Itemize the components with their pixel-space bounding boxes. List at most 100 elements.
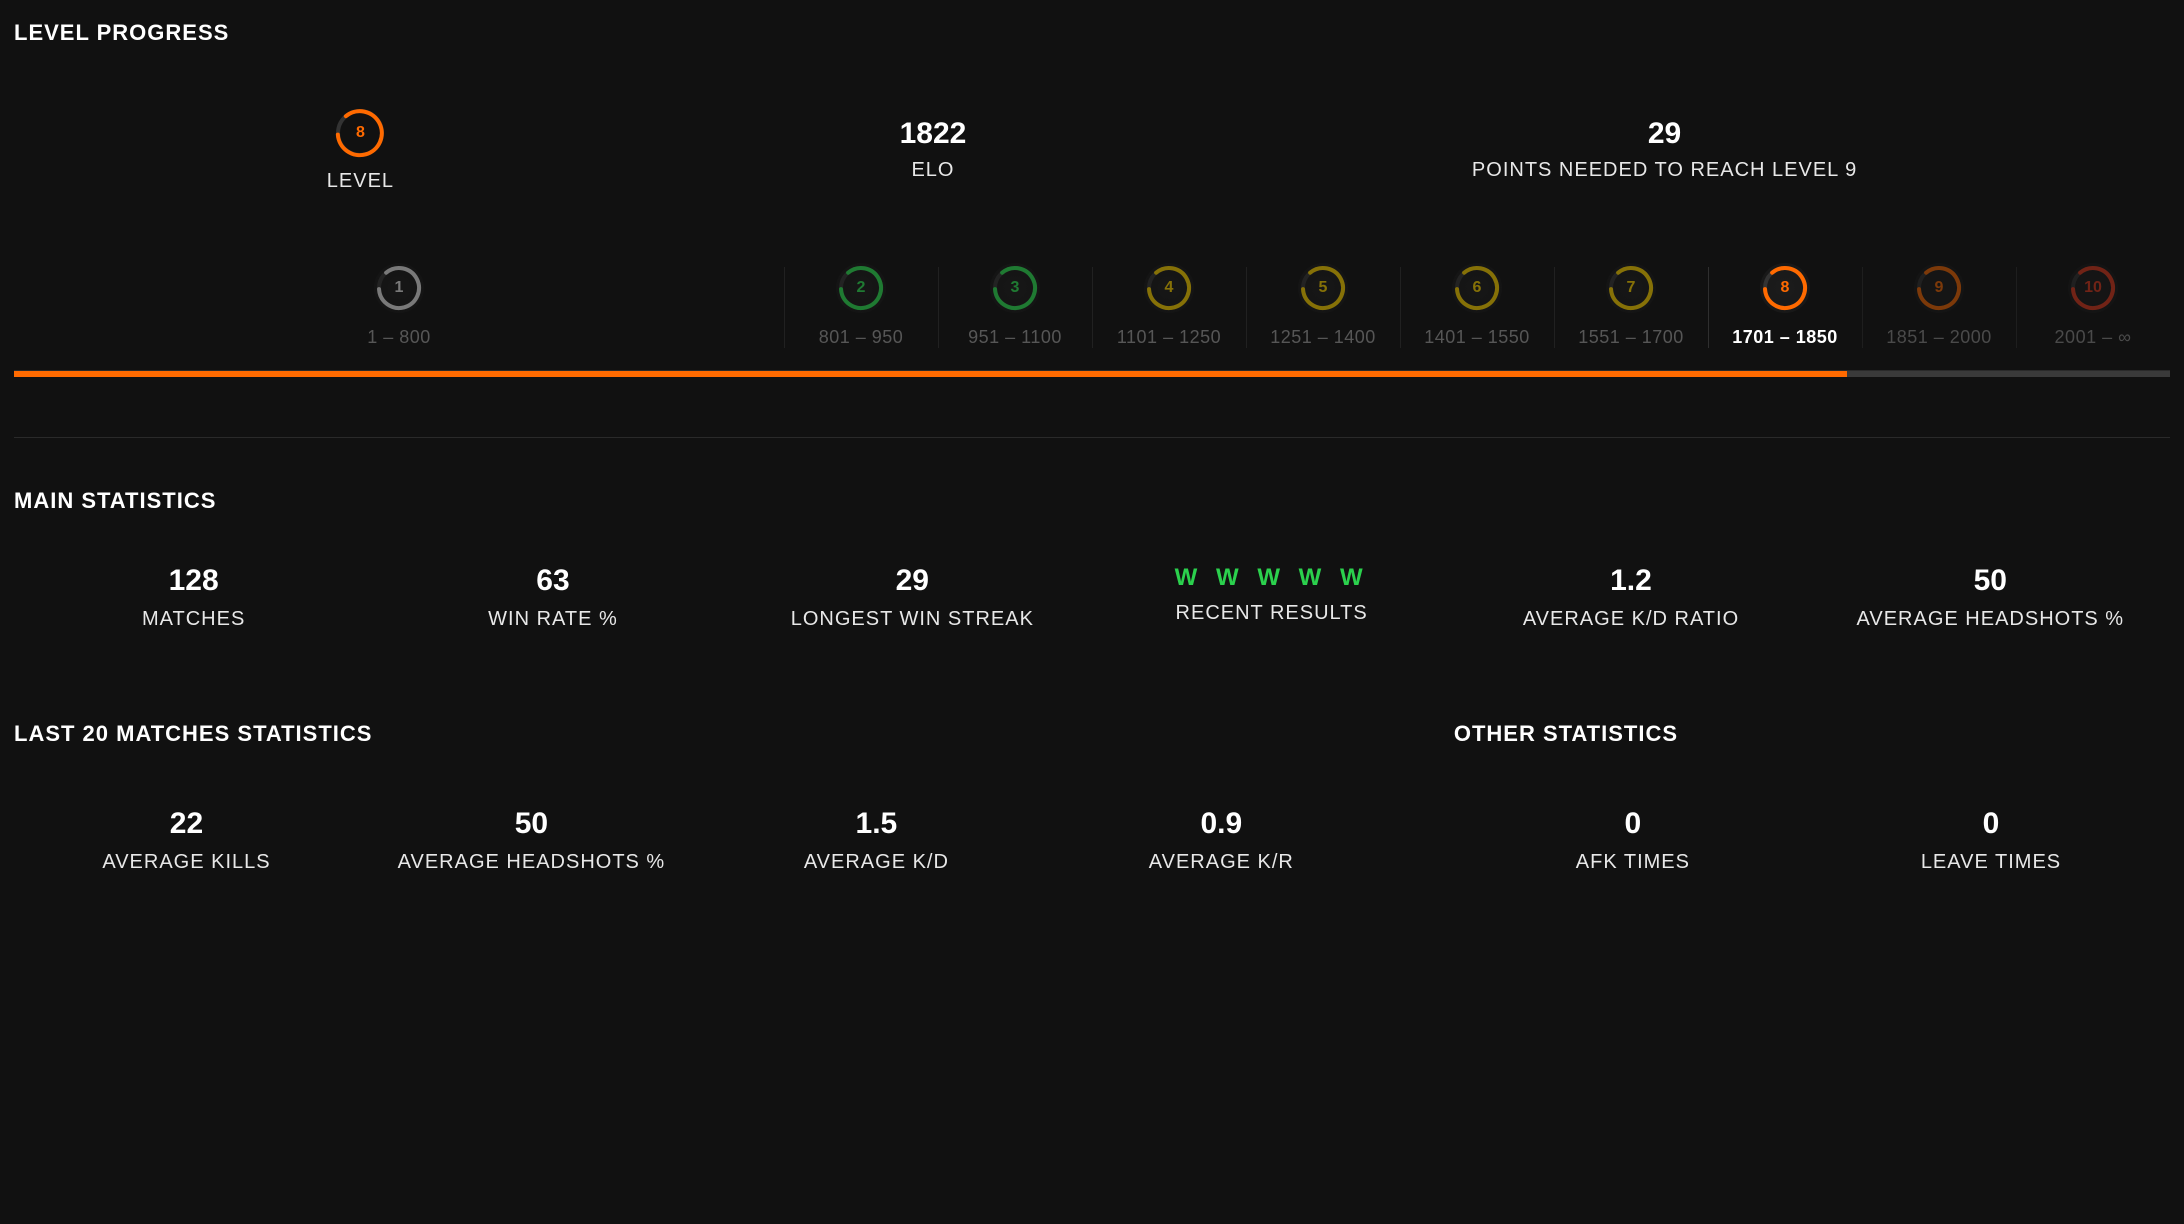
level-badge-number: 8 xyxy=(333,106,387,160)
stat-value: 50 xyxy=(359,807,704,841)
tier-badge-number: 4 xyxy=(1165,279,1174,297)
stat-label: LONGEST WIN STREAK xyxy=(733,608,1092,631)
stat-value: 0.9 xyxy=(1049,807,1394,841)
last20-stats-row: 22AVERAGE KILLS50AVERAGE HEADSHOTS %1.5A… xyxy=(14,807,1394,874)
tier-badge-number: 3 xyxy=(1011,279,1020,297)
stat-label: RECENT RESULTS xyxy=(1092,602,1451,625)
stat-label: AVERAGE HEADSHOTS % xyxy=(1811,608,2170,631)
tier-badge-icon: 5 xyxy=(1298,263,1348,313)
stat-item: 0AFK TIMES xyxy=(1454,807,1812,874)
tier-badge-icon: 4 xyxy=(1144,263,1194,313)
last20-section: LAST 20 MATCHES STATISTICS 22 AVERAGE KIL… xyxy=(14,721,1394,894)
stat-label: AVERAGE K/D RATIO xyxy=(1451,608,1810,631)
stat-value: 50 xyxy=(1811,564,2170,598)
stat-value: 128 xyxy=(14,564,373,598)
section-title-main-stats: MAIN STATISTICS xyxy=(14,488,2170,514)
stat-item: W W W W W RECENT RESULTS xyxy=(1092,564,1451,631)
stat-value: 0 xyxy=(1454,807,1812,841)
other-stats-row: 0AFK TIMES0LEAVE TIMES xyxy=(1454,807,2170,874)
tier-badge-number: 1 xyxy=(395,279,404,297)
stat-item: 1.5 AVERAGE K/D xyxy=(704,807,1049,874)
tier-1: 1 1 – 800 xyxy=(14,263,784,370)
tier-2: 2 801 – 950 xyxy=(784,263,938,370)
tier-7: 7 1551 – 1700 xyxy=(1554,263,1708,370)
stat-label: AVERAGE HEADSHOTS % xyxy=(359,851,704,874)
level-summary-row: 8 LEVEL 1822 ELO 29 POINTS NEEDED TO REA… xyxy=(14,106,2170,193)
stat-label: AVERAGE K/D xyxy=(704,851,1049,874)
bottom-sections: LAST 20 MATCHES STATISTICS 22 AVERAGE KIL… xyxy=(14,721,2170,894)
stat-value: 0 xyxy=(1812,807,2170,841)
stat-item: 1.2 AVERAGE K/D RATIO xyxy=(1451,564,1810,631)
elo-value: 1822 xyxy=(900,117,967,151)
tier-badge-number: 5 xyxy=(1319,279,1328,297)
stat-value: 1.5 xyxy=(704,807,1049,841)
level-label: LEVEL xyxy=(327,170,394,193)
tier-strip: 1 1 – 800 2 801 – 950 3 951 – 1100 4 1101 – 125… xyxy=(14,263,2170,371)
tier-range-label: 2001 – ∞ xyxy=(2016,327,2170,348)
tier-badge-icon: 9 xyxy=(1914,263,1964,313)
tier-badge-icon: 2 xyxy=(836,263,886,313)
stat-label: AVERAGE KILLS xyxy=(14,851,359,874)
tier-badge-icon: 3 xyxy=(990,263,1040,313)
tier-badge-number: 8 xyxy=(1781,279,1790,297)
other-stats-section: OTHER STATISTICS 0AFK TIMES0LEAVE TIMES xyxy=(1454,721,2170,894)
elo-label: ELO xyxy=(900,159,967,182)
elo-column: 1822 ELO xyxy=(900,117,967,182)
points-needed-column: 29 POINTS NEEDED TO REACH LEVEL 9 xyxy=(1472,117,1857,182)
tier-6: 6 1401 – 1550 xyxy=(1400,263,1554,370)
divider xyxy=(14,437,2170,438)
stat-item: 22 AVERAGE KILLS xyxy=(14,807,359,874)
stat-item: 0 LEAVE TIMES xyxy=(1812,807,2170,874)
tier-range-label: 1851 – 2000 xyxy=(1862,327,2016,348)
level-column: 8 LEVEL xyxy=(327,106,394,193)
tier-5: 5 1251 – 1400 xyxy=(1246,263,1400,370)
stat-value: 1.2 xyxy=(1451,564,1810,598)
tier-badge-icon: 8 xyxy=(1760,263,1810,313)
progress-track xyxy=(14,371,2170,377)
tier-range-label: 801 – 950 xyxy=(784,327,938,348)
tier-badge-icon: 7 xyxy=(1606,263,1656,313)
tier-badge-icon: 6 xyxy=(1452,263,1502,313)
tier-9: 9 1851 – 2000 xyxy=(1862,263,2016,370)
stat-label: WIN RATE % xyxy=(373,608,732,631)
tier-10: 10 2001 – ∞ xyxy=(2016,263,2170,370)
stat-value: W W W W W xyxy=(1092,564,1451,592)
level-badge-icon: 8 xyxy=(333,106,387,160)
tier-badge-icon: 1 xyxy=(374,263,424,313)
tier-range-label: 1551 – 1700 xyxy=(1554,327,1708,348)
tier-badge-number: 7 xyxy=(1627,279,1636,297)
tier-4: 4 1101 – 1250 xyxy=(1092,263,1246,370)
section-title-level-progress: LEVEL PROGRESS xyxy=(14,20,2170,46)
tier-badge-number: 2 xyxy=(857,279,866,297)
tier-badge-number: 6 xyxy=(1473,279,1482,297)
stat-item: 0.9 AVERAGE K/R xyxy=(1049,807,1394,874)
stat-item: 29 LONGEST WIN STREAK xyxy=(733,564,1092,631)
tier-badge-number: 9 xyxy=(1935,279,1944,297)
main-stats-row: 128 MATCHES63 WIN RATE %29 LONGEST WIN STRE… xyxy=(14,564,2170,631)
stat-item: 63 WIN RATE % xyxy=(373,564,732,631)
stat-label: MATCHES xyxy=(14,608,373,631)
stat-item: 128 MATCHES xyxy=(14,564,373,631)
level-progress-section: LEVEL PROGRESS 8 LEVEL 1822 ELO 29 POINT… xyxy=(14,20,2170,377)
stat-item: 50 AVERAGE HEADSHOTS % xyxy=(1811,564,2170,631)
stat-item: 50 AVERAGE HEADSHOTS % xyxy=(359,807,704,874)
tier-range-label: 951 – 1100 xyxy=(938,327,1092,348)
tier-range-label: 1101 – 1250 xyxy=(1092,327,1246,348)
stat-value: 63 xyxy=(373,564,732,598)
section-title-last20: LAST 20 MATCHES STATISTICS xyxy=(14,721,1394,747)
main-stats-section: MAIN STATISTICS 128 MATCHES63 WIN RATE %29… xyxy=(14,488,2170,631)
stat-value: 22 xyxy=(14,807,359,841)
points-needed-label: POINTS NEEDED TO REACH LEVEL 9 xyxy=(1472,159,1857,182)
tier-3: 3 951 – 1100 xyxy=(938,263,1092,370)
tier-badge-number: 10 xyxy=(2084,279,2102,297)
stat-value: 29 xyxy=(733,564,1092,598)
tier-range-label: 1701 – 1850 xyxy=(1708,327,1862,348)
tier-8: 8 1701 – 1850 xyxy=(1708,263,1862,370)
tier-range-label: 1401 – 1550 xyxy=(1400,327,1554,348)
section-title-other: OTHER STATISTICS xyxy=(1454,721,2170,747)
stat-label: AVERAGE K/R xyxy=(1049,851,1394,874)
tier-range-label: 1 – 800 xyxy=(14,327,784,348)
tier-range-label: 1251 – 1400 xyxy=(1246,327,1400,348)
tier-badge-icon: 10 xyxy=(2068,263,2118,313)
stat-label: LEAVE TIMES xyxy=(1812,851,2170,874)
